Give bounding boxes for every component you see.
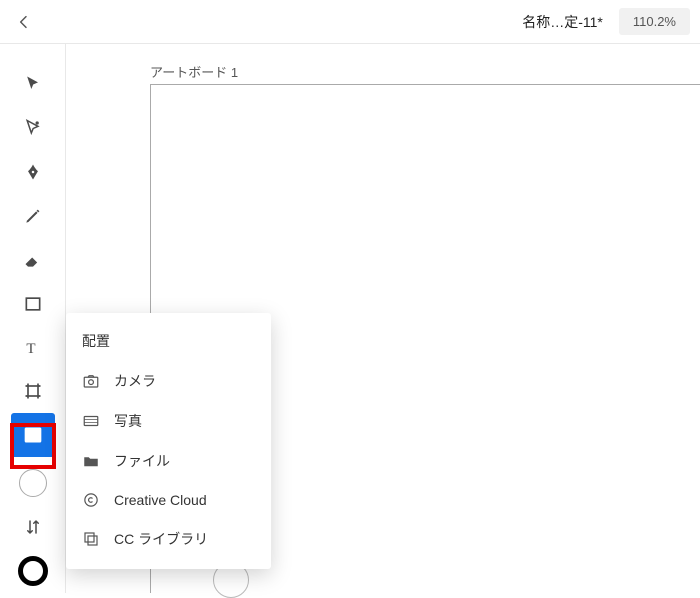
popup-item-files[interactable]: ファイル	[68, 441, 269, 481]
swap-fill-stroke[interactable]	[11, 505, 55, 549]
eraser-tool[interactable]	[11, 238, 55, 282]
place-image-tool[interactable]	[11, 413, 55, 457]
shape-tool[interactable]	[11, 282, 55, 326]
artboard-label: アートボード 1	[150, 62, 238, 81]
pen-icon	[23, 162, 43, 182]
artboard-icon	[23, 381, 43, 401]
fill-swatch[interactable]	[11, 461, 55, 505]
type-icon: T	[23, 337, 43, 357]
popup-item-photos[interactable]: 写真	[68, 401, 269, 441]
camera-icon	[82, 372, 100, 390]
popup-item-creative-cloud[interactable]: Creative Cloud	[68, 481, 269, 519]
fill-circle-icon	[19, 469, 47, 497]
cc-libraries-icon	[82, 530, 100, 548]
popup-item-camera[interactable]: カメラ	[68, 361, 269, 401]
toolbar: T	[0, 44, 66, 593]
zoom-level[interactable]: 110.2%	[619, 8, 690, 35]
folder-icon	[82, 452, 100, 470]
popup-item-label: カメラ	[114, 371, 156, 391]
stroke-ring-icon	[18, 556, 48, 586]
popup-item-label: CC ライブラリ	[114, 529, 208, 549]
eraser-icon	[23, 250, 43, 270]
popup-item-label: ファイル	[114, 451, 170, 471]
popup-item-cc-libraries[interactable]: CC ライブラリ	[68, 519, 269, 559]
type-tool[interactable]: T	[11, 326, 55, 370]
topbar: 名称…定-11* 110.2%	[0, 0, 700, 44]
place-popup: 配置 カメラ 写真 ファイル Creative Cloud CC ライブラリ	[66, 313, 271, 569]
selection-tool[interactable]	[11, 62, 55, 106]
pencil-icon	[23, 206, 43, 226]
popup-item-label: Creative Cloud	[114, 492, 207, 508]
stroke-swatch[interactable]	[11, 549, 55, 593]
pen-tool[interactable]	[11, 150, 55, 194]
cc-icon	[82, 491, 100, 509]
popup-title: 配置	[68, 327, 269, 361]
pointer-icon	[23, 74, 43, 94]
pencil-tool[interactable]	[11, 194, 55, 238]
back-button[interactable]	[10, 8, 38, 36]
image-icon	[23, 425, 43, 445]
artboard-tool[interactable]	[11, 369, 55, 413]
document-title: 名称…定-11*	[522, 12, 603, 32]
rectangle-icon	[23, 294, 43, 314]
direct-select-icon	[23, 118, 43, 138]
chevron-left-icon	[16, 14, 32, 30]
svg-text:T: T	[26, 341, 35, 357]
direct-selection-tool[interactable]	[11, 106, 55, 150]
photos-icon	[82, 412, 100, 430]
popup-item-label: 写真	[114, 411, 142, 431]
swap-arrows-icon	[24, 518, 42, 536]
